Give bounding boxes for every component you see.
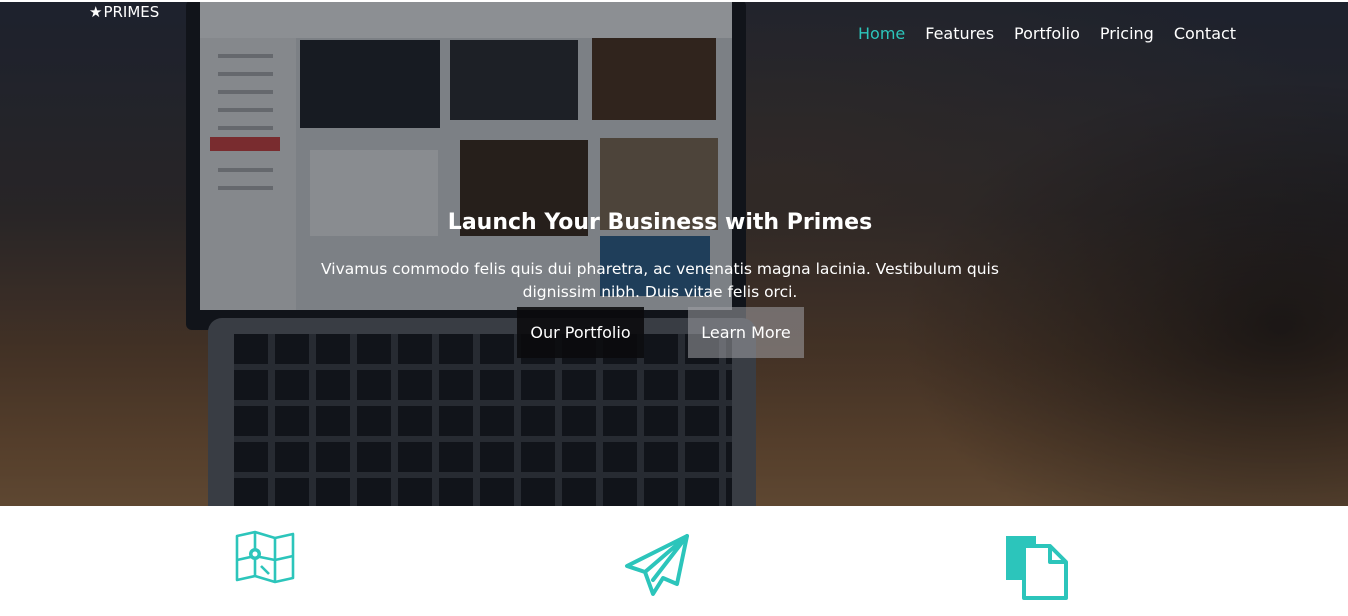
nav-item-portfolio[interactable]: Portfolio [1014,24,1080,44]
learn-more-button[interactable]: Learn More [688,307,804,358]
main-nav: Home Features Portfolio Pricing Contact [858,24,1236,44]
brand-logo[interactable]: ★ PRIMES [89,3,159,21]
star-icon: ★ [89,2,103,21]
brand-name: PRIMES [103,3,160,21]
hero-subtitle: Vivamus commodo felis quis dui pharetra,… [321,260,999,301]
map-icon [235,530,297,588]
nav-item-home[interactable]: Home [858,24,905,44]
paper-plane-icon [623,530,691,602]
nav-item-pricing[interactable]: Pricing [1100,24,1154,44]
hero-title: Launch Your Business with Primes [447,210,873,235]
nav-item-contact[interactable]: Contact [1174,24,1236,44]
our-portfolio-button[interactable]: Our Portfolio [517,307,644,358]
nav-item-features[interactable]: Features [925,24,994,44]
documents-icon [1002,530,1070,606]
hero-section: ★ PRIMES Home Features Portfolio Pricing… [0,0,1348,506]
